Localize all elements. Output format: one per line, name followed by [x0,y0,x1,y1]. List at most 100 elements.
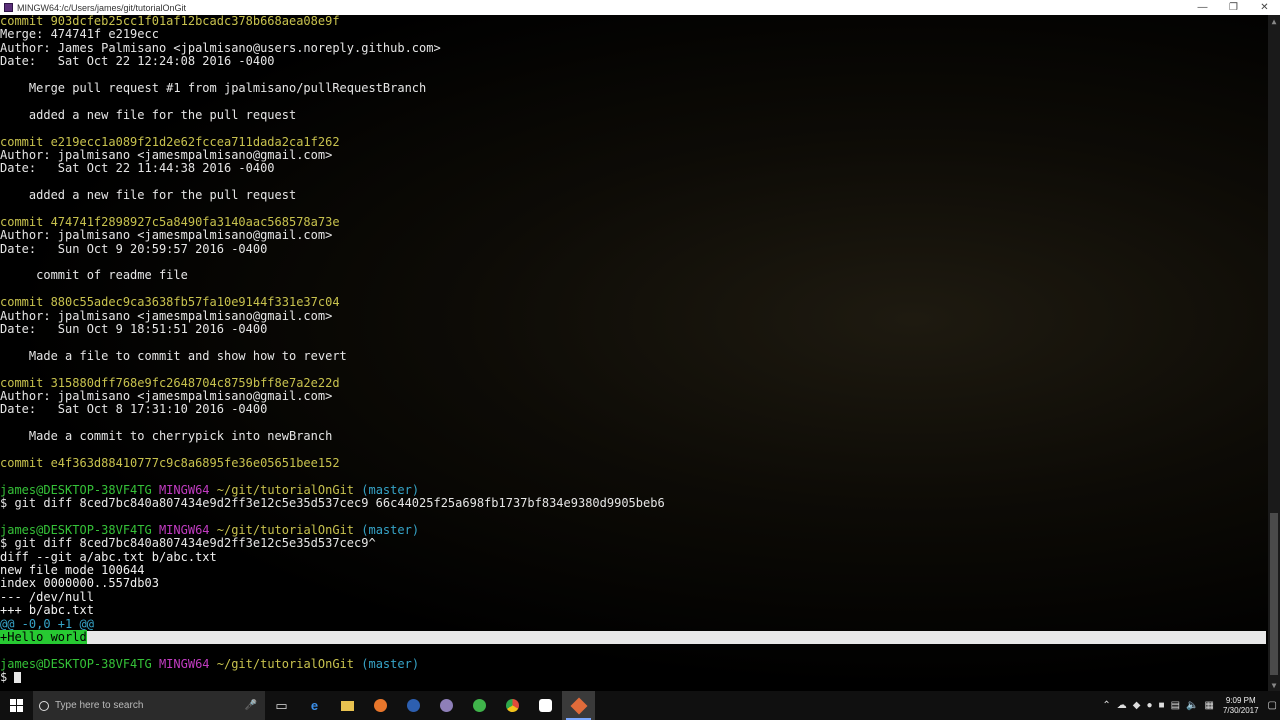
terminal-line: +Hello world [0,629,1266,645]
terminal-text: Date: Sat Oct 22 12:24:08 2016 -0400 [0,54,275,69]
app-icon[interactable] [463,691,496,720]
terminal-text: (master) [361,522,420,537]
terminal-text: james@DESKTOP-38VF4TG [0,482,159,497]
terminal-line: commit 315880dff768e9fc2648704c8759bff8e… [0,375,1266,390]
clock[interactable]: 9:09 PM 7/30/2017 [1217,696,1265,716]
terminal-text: Merge: 474741f e219ecc [0,27,159,42]
app-icon[interactable] [430,691,463,720]
scroll-down-arrow-icon[interactable]: ▼ [1268,679,1280,691]
terminal-text: +Hello world [0,629,87,644]
microphone-icon[interactable]: 🎤 [245,700,257,711]
terminal-text: Author: James Palmisano <jpalmisano@user… [0,40,441,55]
terminal-text: MINGW64 [158,522,217,537]
clock-date: 7/30/2017 [1222,705,1259,715]
windows-start-icon[interactable] [0,691,33,720]
search-placeholder: Type here to search [55,700,144,711]
terminal-line: $ [0,670,1266,685]
terminal-line: james@DESKTOP-38VF4TG MINGW64 ~/git/tuto… [0,656,1266,671]
terminal-line: commit 474741f2898927c5a8490fa3140aac568… [0,214,1266,229]
terminal-line: Made a commit to cherrypick into newBran… [0,429,1266,444]
terminal-line: commit 880c55adec9ca3638fb57fa10e9144f33… [0,296,1266,309]
tray-app-icon[interactable]: ◆ [1130,700,1144,711]
app-icon[interactable] [397,691,430,720]
terminal-text: Author: jpalmisano <jamesmpalmisano@gmai… [0,228,333,243]
terminal-line: Author: James Palmisano <jpalmisano@user… [0,40,1266,55]
terminal-line: Merge pull request #1 from jpalmisano/pu… [0,81,1266,95]
terminal-text: james@DESKTOP-38VF4TG [0,656,159,671]
terminal-text: Author: jpalmisano <jamesmpalmisano@gmai… [0,147,333,162]
notifications-icon[interactable]: ▢ [1265,700,1280,711]
terminal-text: commit 315880dff768e9fc2648704c8759bff8e… [0,375,340,390]
terminal-text: added a new file for the pull request [0,107,297,122]
terminal-line: commit e4f363d88410777c9c8a6895fe36e0565… [0,455,1266,470]
maximize-button[interactable]: ❐ [1218,0,1249,15]
clock-time: 9:09 PM [1225,695,1256,705]
terminal-line: $ git diff 8ced7bc840a807434e9d2ff3e12c5… [0,537,1266,550]
task-view-icon[interactable]: ▭ [265,691,298,720]
git-bash-icon[interactable] [562,691,595,720]
terminal-text: (master) [361,482,420,497]
minimize-button[interactable]: — [1187,0,1218,15]
terminal-line: Date: Sat Oct 22 12:24:08 2016 -0400 [0,54,1266,69]
terminal-line: $ git diff 8ced7bc840a807434e9d2ff3e12c5… [0,496,1266,511]
terminal-output: commit 903dcfeb25cc1f01af12bcadc378b668a… [0,15,1266,685]
edge-icon[interactable]: e [298,691,331,720]
terminal-text: ~/git/tutorialOnGit [216,522,362,537]
terminal-text: Date: Sun Oct 9 18:51:51 2016 -0400 [0,321,268,336]
tray-app-icon[interactable]: ● [1144,700,1156,711]
language-icon[interactable]: ▦ [1202,700,1217,711]
app-icon[interactable] [529,691,562,720]
terminal-area[interactable]: commit 903dcfeb25cc1f01af12bcadc378b668a… [0,15,1268,691]
terminal-line: commit of readme file [0,269,1266,282]
taskbar-search-input[interactable]: Type here to search 🎤 [33,691,265,720]
terminal-line: Author: jpalmisano <jamesmpalmisano@gmai… [0,147,1266,162]
terminal-line: new file mode 100644 [0,563,1266,577]
chevron-up-icon[interactable]: ⌃ [1099,700,1113,711]
terminal-text: --- /dev/null [0,589,94,604]
terminal-cursor [14,672,22,684]
terminal-line: james@DESKTOP-38VF4TG MINGW64 ~/git/tuto… [0,482,1266,497]
scrollbar-thumb[interactable] [1270,513,1278,675]
mingw-app-icon [4,3,13,12]
terminal-text: Author: jpalmisano <jamesmpalmisano@gmai… [0,388,333,403]
cortana-search-icon [39,700,49,711]
firefox-icon[interactable] [364,691,397,720]
terminal-line: james@DESKTOP-38VF4TG MINGW64 ~/git/tuto… [0,522,1266,537]
terminal-line: commit 903dcfeb25cc1f01af12bcadc378b668a… [0,15,1266,28]
close-button[interactable]: ✕ [1249,0,1280,15]
terminal-scrollbar[interactable]: ▲ ▼ [1268,15,1280,691]
terminal-line: --- /dev/null [0,589,1266,604]
network-icon[interactable]: ▤ [1168,700,1183,711]
terminal-text: $ [0,670,15,685]
terminal-line: index 0000000..557db03 [0,577,1266,590]
chrome-icon[interactable] [496,691,529,720]
terminal-line: diff --git a/abc.txt b/abc.txt [0,550,1266,564]
file-explorer-icon[interactable] [331,691,364,720]
window-titlebar[interactable]: MINGW64:/c/Users/james/git/tutorialOnGit… [0,0,1280,15]
volume-icon[interactable]: 🔈 [1183,700,1201,711]
terminal-line: Author: jpalmisano <jamesmpalmisano@gmai… [0,229,1266,242]
terminal-text: Made a commit to cherrypick into newBran… [0,429,333,444]
terminal-line: added a new file for the pull request [0,188,1266,203]
terminal-text: commit e4f363d88410777c9c8a6895fe36e0565… [0,455,340,470]
terminal-text: commit 474741f2898927c5a8490fa3140aac568… [0,214,340,229]
terminal-line: Date: Sat Oct 8 17:31:10 2016 -0400 [0,403,1266,416]
terminal-text: added a new file for the pull request [0,188,297,203]
terminal-line: added a new file for the pull request [0,107,1266,122]
cloud-icon[interactable]: ☁ [1114,700,1130,711]
terminal-text: +++ b/abc.txt [0,603,94,618]
terminal-text: james@DESKTOP-38VF4TG [0,522,159,537]
terminal-text: $ git diff 8ced7bc840a807434e9d2ff3e12c5… [0,496,665,511]
scroll-up-arrow-icon[interactable]: ▲ [1268,15,1280,27]
terminal-line: +++ b/abc.txt [0,603,1266,618]
taskbar: Type here to search 🎤 ▭ e ⌃ ☁ ◆ ● ■ ▤ 🔈 … [0,691,1280,720]
tray-app-icon[interactable]: ■ [1156,700,1168,711]
